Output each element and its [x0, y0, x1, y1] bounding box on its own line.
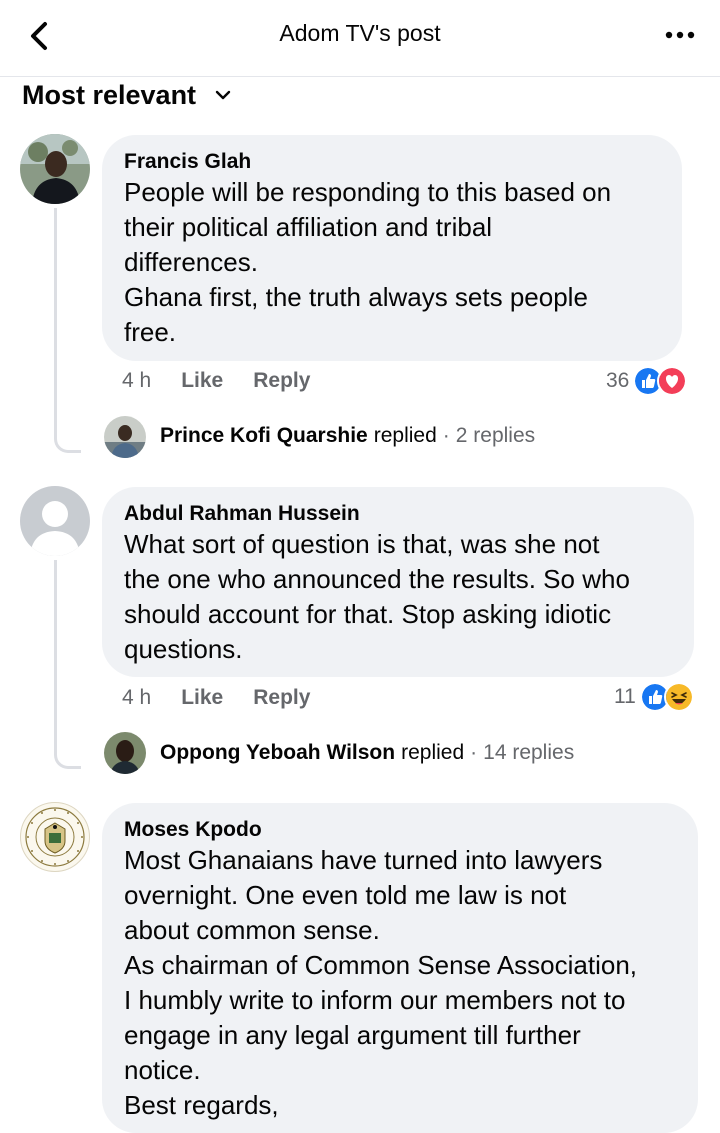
- love-reaction-icon: [657, 366, 688, 396]
- default-avatar[interactable]: [20, 486, 90, 556]
- comment-author[interactable]: Moses Kpodo: [124, 817, 676, 843]
- top-bar: Adom TV's post: [0, 0, 720, 77]
- comment-time[interactable]: 4 h: [122, 369, 151, 393]
- comment-text: Most Ghanaians have turned into lawyers …: [124, 845, 638, 1120]
- reaction-count: 36: [606, 369, 630, 392]
- haha-reaction-icon: [663, 682, 694, 712]
- view-replies-link[interactable]: Oppong Yeboah Wilson replied · 14 replie…: [160, 741, 574, 765]
- chevron-down-icon: [215, 90, 231, 100]
- separator-dot: ·: [470, 741, 478, 764]
- separator-dot: ·: [442, 424, 450, 447]
- reply-avatar-photo: [104, 732, 146, 774]
- avatar[interactable]: [20, 134, 90, 204]
- reply-button[interactable]: Reply: [253, 686, 310, 710]
- sort-label: Most relevant: [22, 79, 197, 110]
- comment-bubble: Moses Kpodo Most Ghanaians have turned i…: [102, 803, 698, 1133]
- comment-text: What sort of question is that, was she n…: [124, 529, 630, 664]
- reaction-summary[interactable]: 36: [606, 366, 688, 396]
- reply-author: Prince Kofi Quarshie: [160, 424, 368, 447]
- avatar-photo: [20, 134, 90, 204]
- comment-bubble: Francis Glah People will be responding t…: [102, 135, 682, 361]
- thread-connector: [54, 208, 81, 453]
- thread-connector: [54, 560, 81, 769]
- reply-avatar-photo: [104, 416, 146, 458]
- comment-author[interactable]: Abdul Rahman Hussein: [124, 501, 672, 527]
- default-person-icon: [20, 486, 90, 556]
- presidency-seal-avatar[interactable]: [20, 802, 90, 872]
- sort-dropdown[interactable]: Most relevant: [22, 78, 232, 112]
- reply-avatar[interactable]: [104, 416, 146, 458]
- reply-count: 14 replies: [483, 741, 575, 764]
- comment-actions: 4 h Like Reply: [122, 686, 310, 710]
- presidency-seal-icon: [25, 807, 85, 867]
- reply-button[interactable]: Reply: [253, 369, 310, 393]
- reply-count: 2 replies: [455, 424, 536, 447]
- reply-author: Oppong Yeboah Wilson: [160, 741, 396, 764]
- like-button[interactable]: Like: [181, 369, 223, 393]
- reaction-summary[interactable]: 11: [614, 682, 694, 712]
- comment-time[interactable]: 4 h: [122, 686, 151, 710]
- comment-author[interactable]: Francis Glah: [124, 149, 660, 175]
- like-button[interactable]: Like: [181, 686, 223, 710]
- comment-text: People will be responding to this based …: [124, 177, 612, 347]
- page-title: Adom TV's post: [279, 20, 441, 46]
- view-replies-link[interactable]: Prince Kofi Quarshie replied · 2 replies: [160, 424, 535, 448]
- reaction-count: 11: [614, 685, 636, 708]
- reply-verb: replied: [373, 424, 437, 447]
- reply-verb: replied: [401, 741, 465, 764]
- comment-bubble: Abdul Rahman Hussein What sort of questi…: [102, 487, 694, 677]
- reply-avatar[interactable]: [104, 732, 146, 774]
- more-horizontal-icon[interactable]: [664, 26, 696, 44]
- comment-actions: 4 h Like Reply: [122, 369, 310, 393]
